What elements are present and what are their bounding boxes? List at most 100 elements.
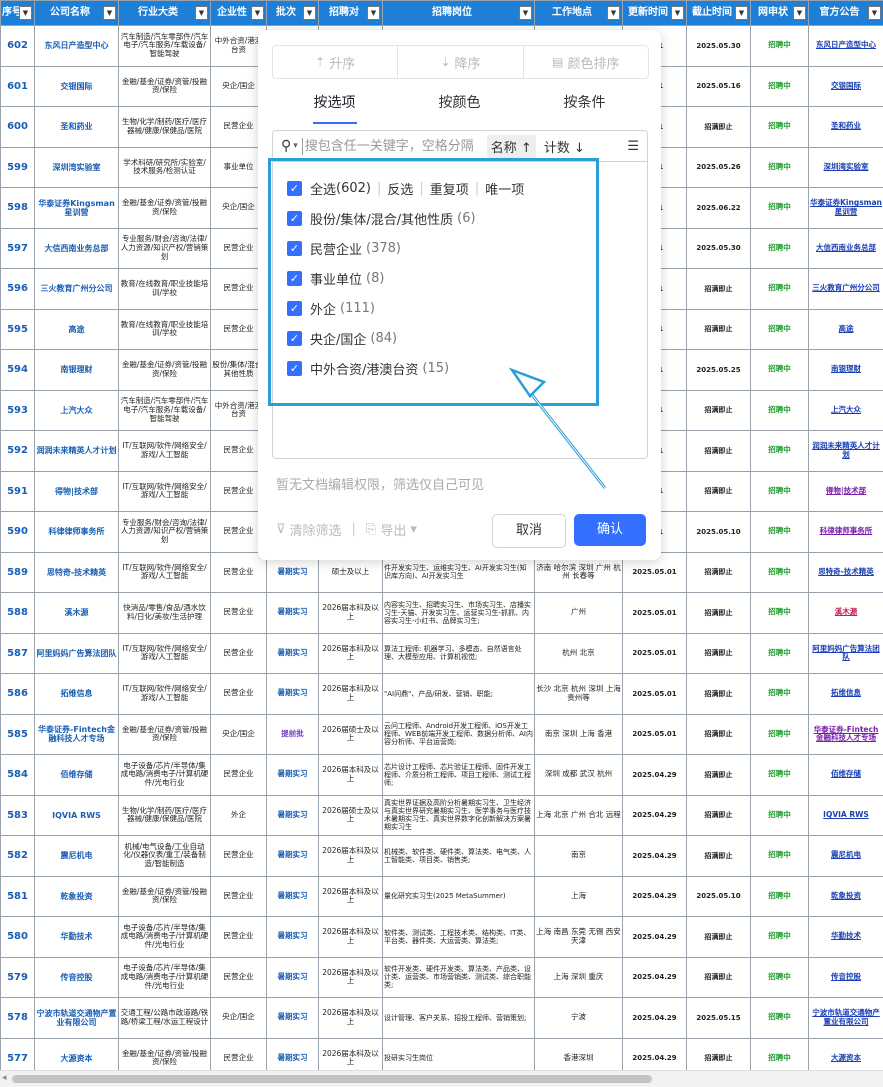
- cell-notice[interactable]: 阿里妈妈广告算法团队: [809, 633, 883, 674]
- sort-by-count-toggle[interactable]: 计数 ↓: [544, 137, 585, 156]
- filter-dropdown-icon[interactable]: ▼: [19, 6, 32, 20]
- horizontal-scrollbar[interactable]: ◂: [0, 1070, 883, 1087]
- cell-notice[interactable]: 深圳湾实验室: [809, 147, 883, 188]
- cell-notice[interactable]: 圣和药业: [809, 107, 883, 148]
- filter-dropdown-icon[interactable]: ▼: [607, 6, 620, 20]
- cell-status: 招聘中: [751, 228, 809, 269]
- clear-filter-button[interactable]: 清除筛选: [290, 520, 342, 539]
- cell-notice[interactable]: 宁波市轨道交通物产置业有限公司: [809, 998, 883, 1039]
- cell-updated: 2025.05.01: [623, 593, 687, 634]
- export-icon[interactable]: ⎘: [366, 522, 376, 537]
- search-icon[interactable]: ⚲: [281, 138, 291, 154]
- cell-company: 华泰证券-Fintech金融科技人才专场: [35, 714, 119, 755]
- filter-options-icon[interactable]: ☰: [627, 139, 639, 154]
- cell-company: 得物|技术部: [35, 471, 119, 512]
- table-row[interactable]: 588溪木源快消品/零售/食品/酒水饮料/日化/美妆/生活护理民营企业暑期实习2…: [1, 593, 883, 634]
- table-row[interactable]: 585华泰证券-Fintech金融科技人才专场金融/基金/证券/资管/投融资/保…: [1, 714, 883, 755]
- cell-notice[interactable]: 乾象投资: [809, 876, 883, 917]
- table-row[interactable]: 582震尼机电机械/电气设备/工业自动化/仪器仪表/重工/装备制造/智能制造民营…: [1, 836, 883, 877]
- header-location[interactable]: 工作地点▼: [535, 1, 623, 26]
- header-status[interactable]: 网申状▼: [751, 1, 809, 26]
- cell-company: 溪木源: [35, 593, 119, 634]
- cell-notice[interactable]: 科律律师事务所: [809, 512, 883, 553]
- table-row[interactable]: 579传音控股电子设备/芯片/半导体/集成电路/消费电子/计算机硬件/光电行业民…: [1, 957, 883, 998]
- header-notice[interactable]: 官方公告▼: [809, 1, 883, 26]
- filter-dropdown-icon[interactable]: ▼: [303, 6, 316, 20]
- annotation-arrow-icon: [500, 360, 620, 500]
- cell-notice[interactable]: 华泰证券Kingsman星训营: [809, 188, 883, 229]
- cell-notice[interactable]: 大信西南业务总部: [809, 228, 883, 269]
- sort-ascending-button[interactable]: ⇡ 升序: [273, 46, 398, 78]
- cell-company: 东风日产造型中心: [35, 26, 119, 67]
- tab-by-color[interactable]: 按颜色: [439, 90, 481, 120]
- header-industry[interactable]: 行业大类▼: [119, 1, 211, 26]
- scrollbar-thumb[interactable]: [12, 1075, 652, 1083]
- table-row[interactable]: 584佰维存储电子设备/芯片/半导体/集成电路/消费电子/计算机硬件/光电行业民…: [1, 755, 883, 796]
- cell-positions: 真实世界证据及高阶分析暑期实习生、卫生经济与真实世界研究暑期实习生、医学事务与医…: [383, 795, 535, 836]
- cell-notice[interactable]: 润润未来精英人才计划: [809, 431, 883, 472]
- cell-notice[interactable]: 高途: [809, 309, 883, 350]
- cell-notice[interactable]: 交银国际: [809, 66, 883, 107]
- table-row[interactable]: 578宁波市轨道交通物产置业有限公司交通工程/公路市政道路/铁路/桥梁工程/水运…: [1, 998, 883, 1039]
- sort-by-name-toggle[interactable]: 名称 ↑: [487, 135, 536, 158]
- cell-location: 宁波: [535, 998, 623, 1039]
- table-row[interactable]: 586拓维信息IT/互联网/软件/网络安全/游戏/人工智能民营企业暑期实习202…: [1, 674, 883, 715]
- header-company[interactable]: 公司名称▼: [35, 1, 119, 26]
- filter-dropdown-icon[interactable]: ▼: [735, 6, 748, 20]
- tab-by-option[interactable]: 按选项: [314, 90, 356, 120]
- table-row[interactable]: 577大源资本金融/基金/证券/资管/投融资/保险民营企业暑期实习2026届本科…: [1, 1038, 883, 1070]
- chevron-down-icon[interactable]: ▾: [293, 141, 298, 151]
- table-row[interactable]: 583IQVIA RWS生物/化学/制药/医疗/医疗器械/健康/保健品/医院外企…: [1, 795, 883, 836]
- cell-notice[interactable]: 思特奇-技术精英: [809, 552, 883, 593]
- cell-notice[interactable]: 华勤技术: [809, 917, 883, 958]
- filter-dropdown-icon[interactable]: ▼: [671, 6, 684, 20]
- cell-notice[interactable]: 传音控股: [809, 957, 883, 998]
- filter-dropdown-icon[interactable]: ▼: [519, 6, 532, 20]
- cell-notice[interactable]: 上汽大众: [809, 390, 883, 431]
- cell-notice[interactable]: 南银理财: [809, 350, 883, 391]
- cell-status: 招聘中: [751, 957, 809, 998]
- table-row[interactable]: 587阿里妈妈广告算法团队IT/互联网/软件/网络安全/游戏/人工智能民营企业暑…: [1, 633, 883, 674]
- filter-dropdown-icon[interactable]: ▼: [868, 6, 881, 20]
- cell-notice[interactable]: IQVIA RWS: [809, 795, 883, 836]
- cell-notice[interactable]: 三火教育广州分公司: [809, 269, 883, 310]
- cell-industry: 生物/化学/制药/医疗/医疗器械/健康/保健品/医院: [119, 107, 211, 148]
- confirm-button[interactable]: 确认: [574, 514, 646, 546]
- cell-status: 招聘中: [751, 26, 809, 67]
- cell-notice[interactable]: 溪木源: [809, 593, 883, 634]
- cell-industry: 教育/在线教育/职业技能培训/学校: [119, 269, 211, 310]
- filter-dropdown-icon[interactable]: ▼: [251, 6, 264, 20]
- export-button[interactable]: 导出: [380, 520, 406, 539]
- filter-dropdown-icon[interactable]: ▼: [367, 6, 380, 20]
- cell-notice[interactable]: 得物|技术部: [809, 471, 883, 512]
- scroll-left-icon[interactable]: ◂: [2, 1073, 7, 1083]
- clear-filter-icon[interactable]: ⊽: [276, 522, 286, 537]
- header-batch[interactable]: 批次▼: [267, 1, 319, 26]
- filter-dropdown-icon[interactable]: ▼: [793, 6, 806, 20]
- filter-dropdown-icon[interactable]: ▼: [103, 6, 116, 20]
- cell-notice[interactable]: 大源资本: [809, 1038, 883, 1070]
- sort-by-color-button[interactable]: ▤ 颜色排序: [524, 46, 648, 78]
- filter-search-input[interactable]: [302, 138, 487, 155]
- chevron-down-icon[interactable]: ▾: [410, 522, 417, 537]
- cell-notice[interactable]: 东风日产造型中心: [809, 26, 883, 67]
- table-row[interactable]: 581乾象投资金融/基金/证券/资管/投融资/保险民营企业暑期实习2026届本科…: [1, 876, 883, 917]
- tab-by-condition[interactable]: 按条件: [564, 90, 606, 120]
- cancel-button[interactable]: 取消: [492, 514, 566, 548]
- header-nature[interactable]: 企业性▼: [211, 1, 267, 26]
- cell-notice[interactable]: 震尼机电: [809, 836, 883, 877]
- cell-location: 广州: [535, 593, 623, 634]
- header-positions[interactable]: 招聘岗位▼: [383, 1, 535, 26]
- table-row[interactable]: 580华勤技术电子设备/芯片/半导体/集成电路/消费电子/计算机硬件/光电行业民…: [1, 917, 883, 958]
- cell-notice[interactable]: 华泰证券-Fintech金融科技人才专场: [809, 714, 883, 755]
- header-seq[interactable]: 序号▼: [1, 1, 35, 26]
- cell-updated: 2025.04.29: [623, 998, 687, 1039]
- header-updated[interactable]: 更新时间▼: [623, 1, 687, 26]
- header-target[interactable]: 招聘对▼: [319, 1, 383, 26]
- sort-descending-button[interactable]: ⇣ 降序: [398, 46, 523, 78]
- filter-dropdown-icon[interactable]: ▼: [195, 6, 208, 20]
- header-deadline[interactable]: 截止时间▼: [687, 1, 751, 26]
- cell-notice[interactable]: 佰维存储: [809, 755, 883, 796]
- cell-deadline: 招满即止: [687, 552, 751, 593]
- cell-notice[interactable]: 拓维信息: [809, 674, 883, 715]
